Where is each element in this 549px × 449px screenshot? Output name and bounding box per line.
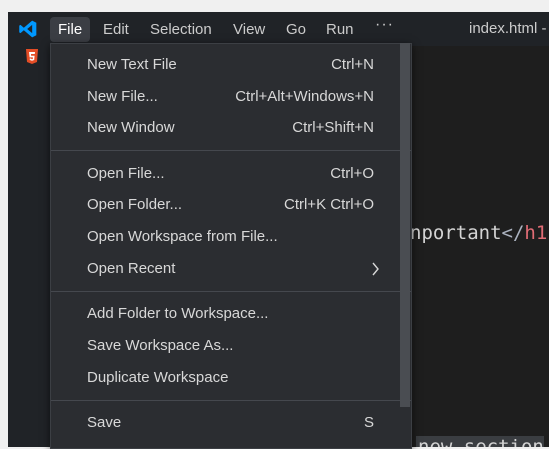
more-menus-button[interactable]: ··· — [375, 16, 394, 34]
menu-item-label: New Text File — [87, 56, 177, 73]
window-title: index.html - — [469, 20, 547, 37]
menu-run[interactable]: Run — [318, 17, 362, 42]
menu-item-shortcut: Ctrl+N — [331, 56, 374, 73]
vscode-logo-icon[interactable] — [18, 19, 38, 39]
menu-file[interactable]: File — [50, 17, 91, 42]
menu-item-new-text-file[interactable]: New Text File Ctrl+N — [51, 50, 396, 80]
file-menu-dropdown: New Text File Ctrl+N New File... Ctrl+Al… — [50, 43, 412, 449]
menu-separator — [51, 291, 411, 292]
menu-item-shortcut: S — [363, 414, 374, 431]
menu-item-open-folder[interactable]: Open Folder... Ctrl+K Ctrl+O — [51, 190, 396, 220]
menu-item-open-recent[interactable]: Open Recent — [51, 254, 396, 284]
menu-item-shortcut: Ctrl+Alt+Windows+N — [235, 88, 374, 105]
menu-separator — [51, 400, 411, 401]
menu-item-duplicate-workspace[interactable]: Duplicate Workspace — [51, 363, 396, 393]
menu-item-open-workspace-from-file[interactable]: Open Workspace from File... — [51, 222, 396, 252]
menu-selection[interactable]: Selection — [142, 17, 220, 42]
menu-item-new-file[interactable]: New File... Ctrl+Alt+Windows+N — [51, 82, 396, 112]
menu-view[interactable]: View — [225, 17, 273, 42]
menu-item-label: Save — [87, 414, 122, 431]
menu-item-label: Duplicate Workspace — [87, 369, 229, 386]
menu-item-shortcut: Ctrl+K Ctrl+O — [283, 196, 374, 213]
menu-item-label: Open Folder... — [87, 196, 183, 213]
menu-item-save[interactable]: Save S — [51, 408, 396, 438]
code-text: nportant — [410, 222, 502, 244]
menu-edit[interactable]: Edit — [95, 17, 137, 42]
code-tag: h1 — [524, 222, 548, 244]
menu-go[interactable]: Go — [278, 17, 314, 42]
menu-item-open-file[interactable]: Open File... Ctrl+O — [51, 159, 396, 189]
code-line-1[interactable]: nportant</h1 — [410, 222, 547, 244]
code-line-2[interactable]: new section — [416, 436, 544, 447]
menu-item-add-folder-to-workspace[interactable]: Add Folder to Workspace... — [51, 299, 396, 329]
menu-item-new-window[interactable]: New Window Ctrl+Shift+N — [51, 113, 396, 143]
menu-separator — [51, 150, 411, 151]
chevron-right-icon — [372, 262, 379, 276]
title-bar: File Edit Selection View Go Run ··· inde… — [8, 12, 549, 46]
menu-item-label: Save Workspace As... — [87, 337, 234, 354]
menu-scrollbar[interactable] — [400, 43, 410, 407]
menu-item-label: Open File... — [87, 165, 165, 182]
menu-item-shortcut: Ctrl+Shift+N — [292, 119, 374, 136]
menu-item-shortcut: Ctrl+O — [330, 165, 374, 182]
menu-item-label: New File... — [87, 88, 158, 105]
menu-item-label: New Window — [87, 119, 175, 136]
menu-item-label: Add Folder to Workspace... — [87, 305, 269, 322]
html5-icon — [26, 49, 38, 64]
menu-item-label: Open Recent — [87, 260, 176, 277]
menu-item-save-workspace-as[interactable]: Save Workspace As... — [51, 331, 396, 361]
menu-item-label: Open Workspace from File... — [87, 228, 278, 245]
activity-bar — [8, 46, 50, 447]
code-close-bracket: </ — [501, 222, 525, 244]
